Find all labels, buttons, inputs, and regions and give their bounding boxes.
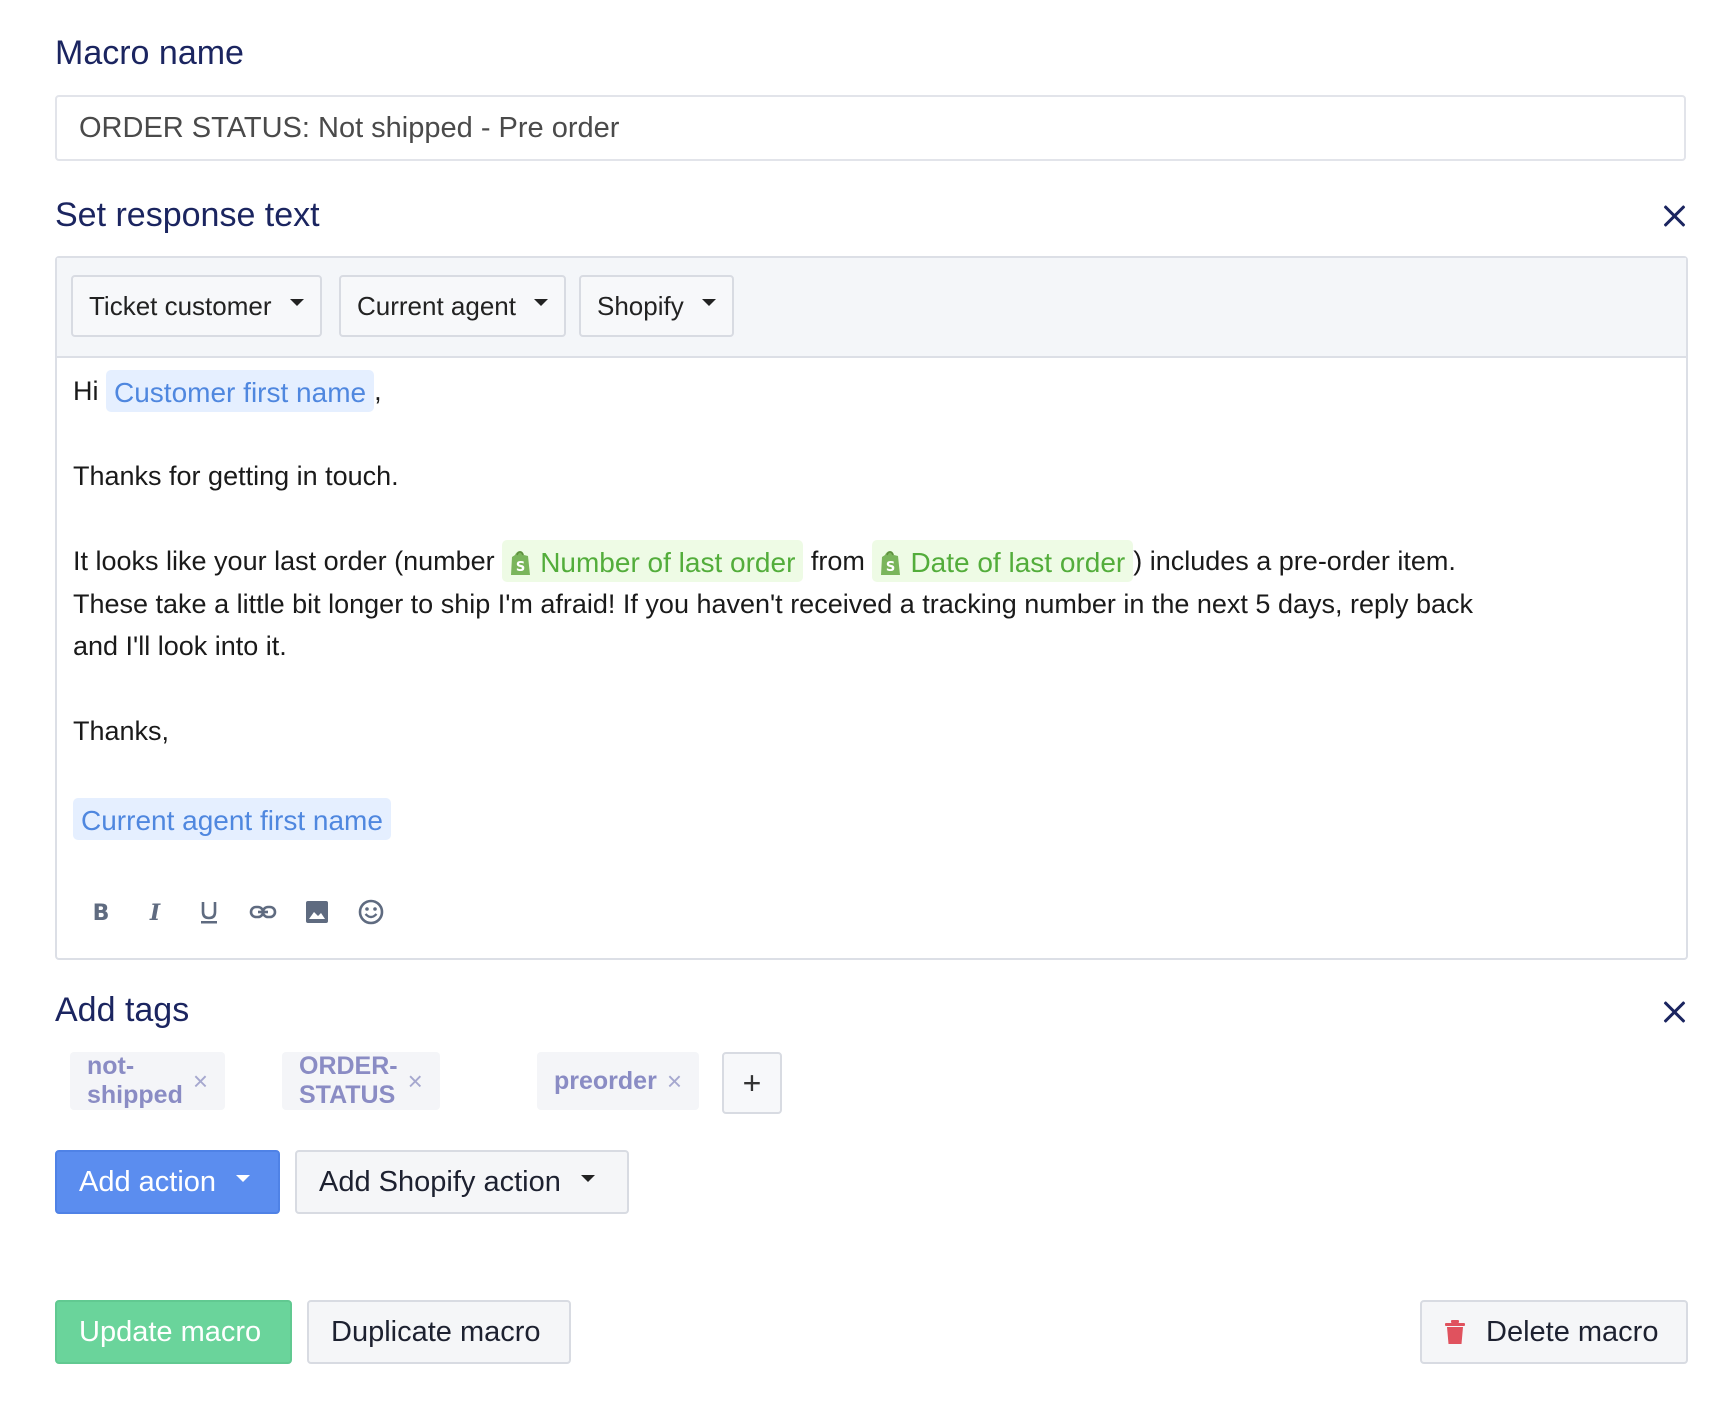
- customer-first-name-variable[interactable]: Customer first name: [106, 370, 375, 412]
- followup-line: and I'll look into it.: [73, 631, 287, 661]
- tag-label: not-shipped: [87, 1052, 183, 1109]
- underline-icon[interactable]: [195, 898, 223, 926]
- tag-label: preorder: [554, 1066, 657, 1095]
- trash-icon: [1445, 1320, 1465, 1344]
- order-line-prefix: It looks like your last order (number: [73, 546, 495, 576]
- caret-down-icon: [533, 298, 548, 306]
- svg-text:S: S: [886, 560, 895, 575]
- shopify-icon: S: [511, 551, 531, 575]
- link-icon[interactable]: [249, 898, 277, 926]
- remove-tag-icon[interactable]: ×: [193, 1066, 208, 1097]
- delete-macro-button[interactable]: Delete macro: [1420, 1300, 1688, 1364]
- greeting-line: Hi Customer first name,: [73, 370, 382, 412]
- order-line: It looks like your last order (number SN…: [73, 540, 1456, 582]
- caret-down-icon: [580, 1174, 595, 1182]
- number-of-last-order-variable[interactable]: S Number of last order: [502, 540, 804, 582]
- add-tag-button[interactable]: +: [722, 1052, 782, 1114]
- shopify-dropdown[interactable]: Shopify: [579, 275, 734, 337]
- thanks-line: Thanks for getting in touch.: [73, 461, 399, 491]
- number-of-last-order-label: Number of last order: [540, 547, 796, 578]
- shopify-icon: S: [881, 551, 901, 575]
- duplicate-macro-button[interactable]: Duplicate macro: [307, 1300, 571, 1364]
- date-of-last-order-variable[interactable]: S Date of last order: [872, 540, 1134, 582]
- shopify-label: Shopify: [597, 290, 684, 321]
- greeting-prefix: Hi: [73, 376, 99, 406]
- caret-down-icon: [289, 298, 304, 306]
- signoff-line: Thanks,: [73, 716, 170, 746]
- date-of-last-order-label: Date of last order: [910, 547, 1126, 578]
- emoji-icon[interactable]: [357, 898, 385, 926]
- add-action-button[interactable]: Add action: [55, 1150, 280, 1214]
- remove-tag-icon[interactable]: ×: [667, 1066, 682, 1097]
- ticket-customer-label: Ticket customer: [89, 290, 272, 321]
- svg-text:I: I: [149, 900, 161, 926]
- macro-name-label: Macro name: [55, 34, 244, 72]
- shipping-line: These take a little bit longer to ship I…: [73, 589, 1474, 619]
- order-line-from: from: [810, 546, 865, 576]
- image-icon[interactable]: [303, 898, 331, 926]
- caret-down-icon: [236, 1174, 251, 1182]
- svg-text:B: B: [93, 901, 110, 926]
- response-text-title: Set response text: [55, 196, 320, 234]
- current-agent-first-name-variable[interactable]: Current agent first name: [73, 798, 391, 840]
- order-line-suffix: ) includes a pre-order item.: [1133, 546, 1456, 576]
- remove-tag-icon[interactable]: ×: [408, 1066, 423, 1097]
- tag-order-status: ORDER-STATUS ×: [282, 1052, 440, 1110]
- close-icon[interactable]: [1660, 202, 1688, 230]
- bold-icon[interactable]: B: [87, 898, 115, 926]
- current-agent-label: Current agent: [357, 290, 516, 321]
- delete-macro-label: Delete macro: [1486, 1315, 1659, 1348]
- caret-down-icon: [701, 298, 716, 306]
- response-editor[interactable]: Ticket customer Current agent Shopify Hi…: [55, 256, 1688, 960]
- tag-label: ORDER-STATUS: [299, 1052, 398, 1109]
- update-macro-button[interactable]: Update macro: [55, 1300, 292, 1364]
- variable-toolbar: Ticket customer Current agent Shopify: [57, 258, 1686, 358]
- add-tags-title: Add tags: [55, 991, 190, 1029]
- agent-line: Current agent first name: [73, 798, 391, 840]
- add-shopify-action-label: Add Shopify action: [319, 1165, 561, 1198]
- tag-not-shipped: not-shipped ×: [70, 1052, 226, 1110]
- add-shopify-action-button[interactable]: Add Shopify action: [295, 1150, 629, 1214]
- italic-icon[interactable]: I: [141, 898, 169, 926]
- svg-text:S: S: [516, 560, 525, 575]
- greeting-suffix: ,: [374, 376, 382, 406]
- macro-name-input[interactable]: [55, 95, 1686, 161]
- tag-preorder: preorder ×: [537, 1052, 699, 1110]
- current-agent-dropdown[interactable]: Current agent: [339, 275, 566, 337]
- close-icon[interactable]: [1660, 998, 1688, 1026]
- add-action-label: Add action: [79, 1165, 217, 1198]
- ticket-customer-dropdown[interactable]: Ticket customer: [71, 275, 322, 337]
